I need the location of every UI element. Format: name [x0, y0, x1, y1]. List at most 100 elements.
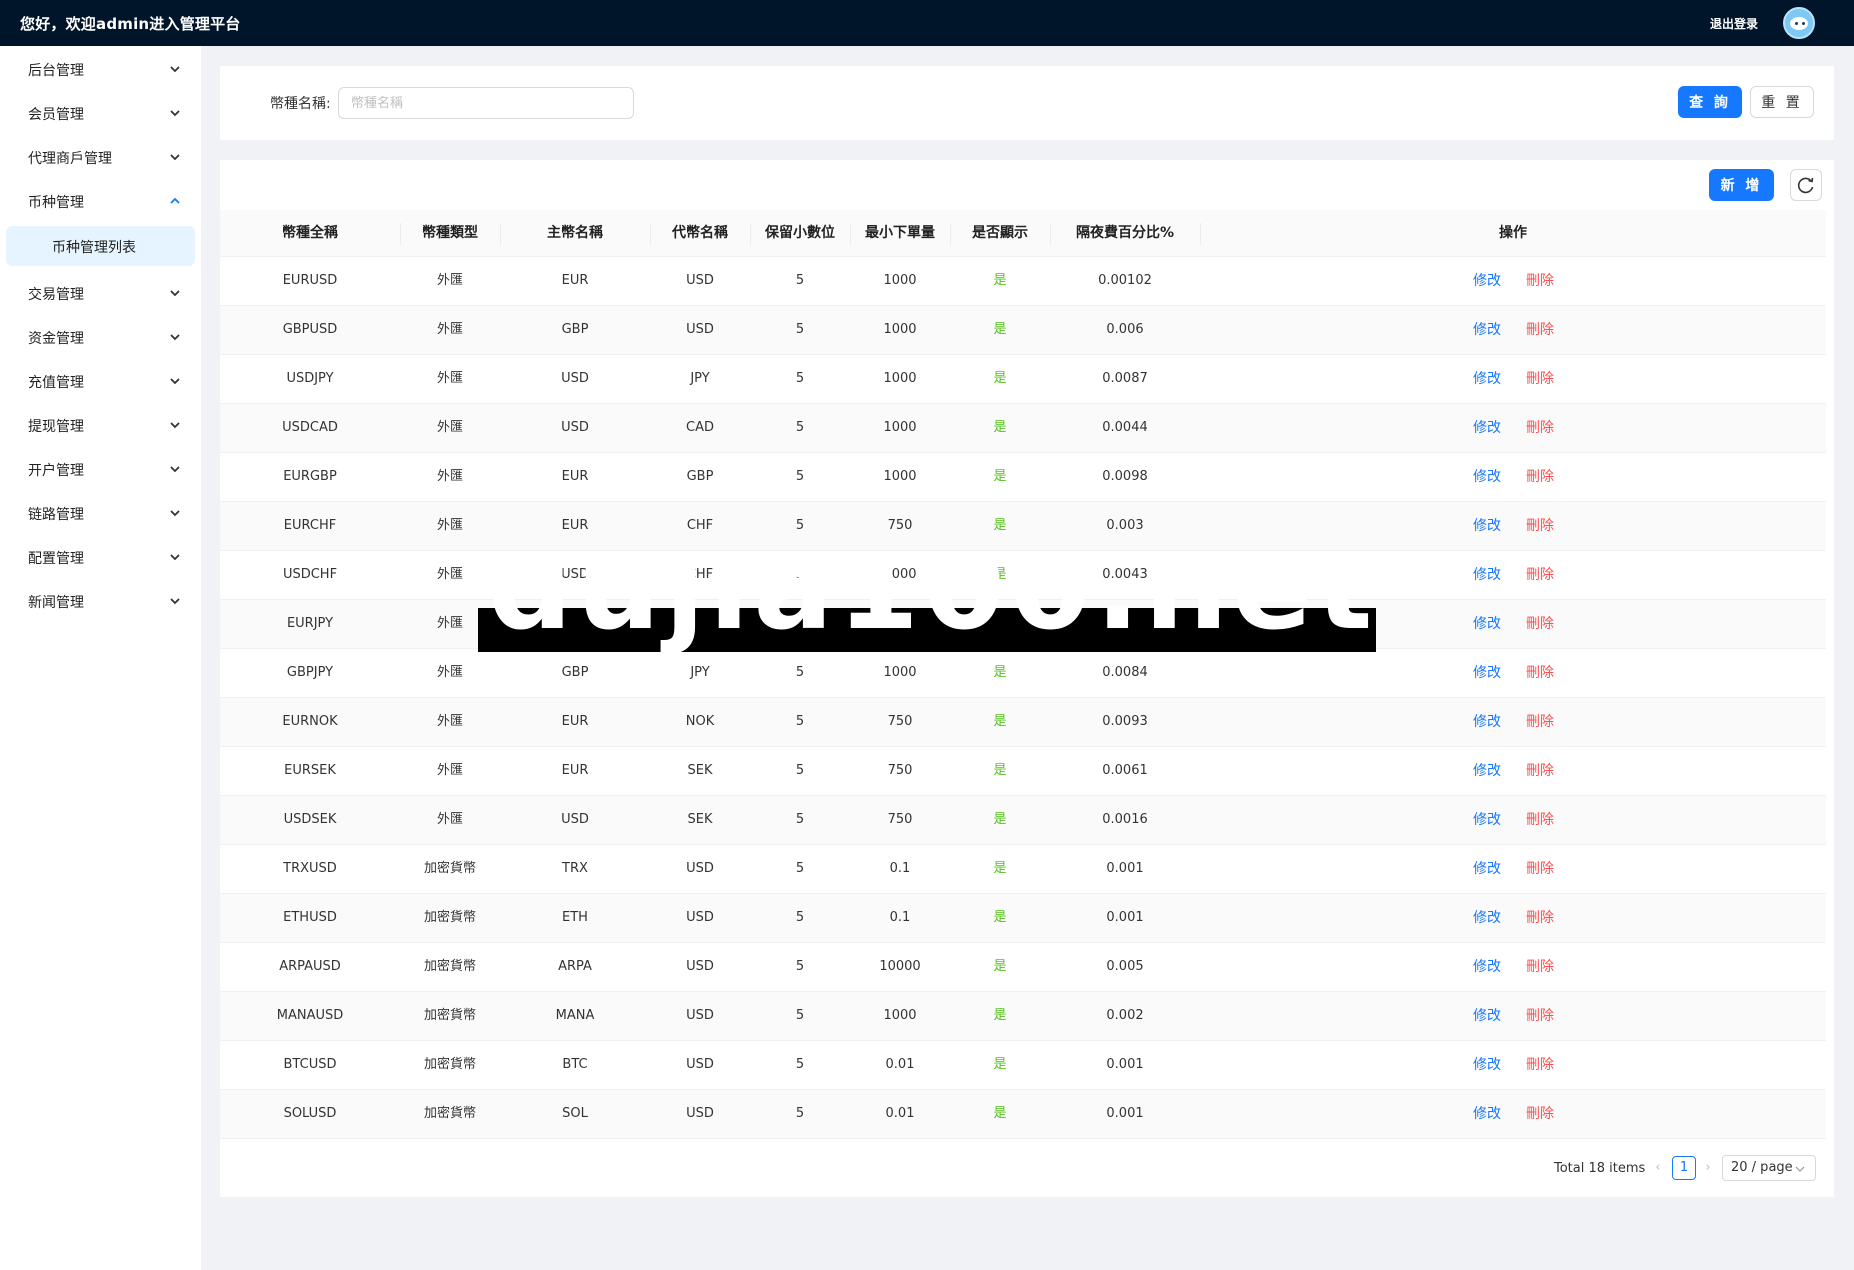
- cell-min-order: 10000: [879, 959, 921, 974]
- edit-button[interactable]: 修改: [1473, 453, 1501, 501]
- cell-visible: 是: [993, 1057, 1007, 1072]
- sidebar-item-config[interactable]: 配置管理: [0, 536, 201, 580]
- delete-button[interactable]: 刪除: [1526, 306, 1554, 354]
- edit-button[interactable]: 修改: [1473, 1041, 1501, 1089]
- edit-button[interactable]: 修改: [1473, 257, 1501, 305]
- edit-button[interactable]: 修改: [1473, 747, 1501, 795]
- table-header: 幣種全稱 幣種類型 主幣名稱 代幣名稱 保留小數位 最小下單量 是否顯示 隔夜費…: [220, 210, 1826, 257]
- edit-button[interactable]: 修改: [1473, 698, 1501, 746]
- reset-button[interactable]: 重 置: [1750, 86, 1814, 118]
- edit-button[interactable]: 修改: [1473, 649, 1501, 697]
- prev-page-icon[interactable]: ‹: [1650, 1160, 1666, 1178]
- top-bar: 您好，欢迎admin进入管理平台 退出登录: [0, 0, 1854, 46]
- cell-quote: USD: [686, 322, 714, 337]
- sidebar-item-recharge[interactable]: 充值管理: [0, 360, 201, 404]
- sidebar-item-currency[interactable]: 币种管理: [0, 180, 201, 224]
- cell-full-name: USDJPY: [286, 371, 334, 386]
- chevron-down-icon: [170, 554, 180, 561]
- chevron-down-icon: [170, 154, 180, 161]
- cell-base: BTC: [562, 1057, 588, 1072]
- search-panel: 幣種名稱: 查 詢 重 置: [220, 66, 1834, 140]
- refresh-button[interactable]: [1790, 169, 1822, 201]
- sidebar-item-label: 配置管理: [28, 551, 84, 567]
- edit-button[interactable]: 修改: [1473, 600, 1501, 648]
- page-number-button[interactable]: 1: [1672, 1156, 1696, 1180]
- chevron-down-icon: [170, 422, 180, 429]
- sidebar-item-withdraw[interactable]: 提现管理: [0, 404, 201, 448]
- sidebar-item-trading[interactable]: 交易管理: [0, 272, 201, 316]
- cell-decimals: 5: [795, 714, 805, 729]
- sidebar-item-members[interactable]: 会员管理: [0, 92, 201, 136]
- delete-button[interactable]: 刪除: [1526, 453, 1554, 501]
- delete-button[interactable]: 刪除: [1526, 1041, 1554, 1089]
- sidebar-item-backend[interactable]: 后台管理: [0, 48, 201, 92]
- edit-button[interactable]: 修改: [1473, 894, 1501, 942]
- edit-button[interactable]: 修改: [1473, 355, 1501, 403]
- edit-button[interactable]: 修改: [1473, 551, 1501, 599]
- cell-type: 外匯: [436, 371, 463, 386]
- cell-visible: 是: [993, 322, 1007, 337]
- delete-button[interactable]: 刪除: [1526, 649, 1554, 697]
- table-row: ETHUSD 加密貨幣 ETH USD 5 0.1 是 0.001 修改 刪除: [220, 894, 1826, 943]
- delete-button[interactable]: 刪除: [1526, 1090, 1554, 1138]
- sidebar-subitem-currency-list[interactable]: 币种管理列表: [6, 226, 195, 266]
- add-button[interactable]: 新 增: [1709, 169, 1774, 201]
- cell-full-name: TRXUSD: [283, 861, 337, 876]
- delete-button[interactable]: 刪除: [1526, 796, 1554, 844]
- cell-base: SOL: [562, 1106, 588, 1121]
- edit-button[interactable]: 修改: [1473, 992, 1501, 1040]
- cell-overnight: 0.0093: [1102, 714, 1148, 729]
- delete-button[interactable]: 刪除: [1526, 551, 1554, 599]
- delete-button[interactable]: 刪除: [1526, 894, 1554, 942]
- edit-button[interactable]: 修改: [1473, 306, 1501, 354]
- page-size-select[interactable]: 20 / page: [1722, 1155, 1816, 1181]
- delete-button[interactable]: 刪除: [1526, 698, 1554, 746]
- query-button[interactable]: 查 詢: [1678, 86, 1742, 118]
- edit-button[interactable]: 修改: [1473, 943, 1501, 991]
- cell-min-order: 0.1: [889, 910, 911, 925]
- sidebar-item-label: 交易管理: [28, 287, 84, 303]
- delete-button[interactable]: 刪除: [1526, 600, 1554, 648]
- next-page-icon[interactable]: ›: [1700, 1160, 1716, 1178]
- edit-button[interactable]: 修改: [1473, 502, 1501, 550]
- cell-visible: 是: [993, 469, 1007, 484]
- cell-decimals: 5: [795, 665, 805, 680]
- delete-button[interactable]: 刪除: [1526, 992, 1554, 1040]
- edit-button[interactable]: 修改: [1473, 796, 1501, 844]
- sidebar-item-label: 币种管理: [28, 195, 84, 211]
- sidebar-item-label: 新闻管理: [28, 595, 84, 611]
- cell-type: 外匯: [436, 420, 463, 435]
- sidebar-item-funds[interactable]: 资金管理: [0, 316, 201, 360]
- edit-button[interactable]: 修改: [1473, 1090, 1501, 1138]
- cell-min-order: 1000: [883, 371, 917, 386]
- cell-quote: USD: [686, 959, 714, 974]
- sidebar-item-news[interactable]: 新闻管理: [0, 580, 201, 624]
- logout-link[interactable]: 退出登录: [1710, 15, 1758, 32]
- sidebar-item-label: 后台管理: [28, 63, 84, 79]
- column-header-quote: 代幣名稱: [672, 225, 728, 241]
- sidebar-item-label: 开户管理: [28, 463, 84, 479]
- edit-button[interactable]: 修改: [1473, 404, 1501, 452]
- cell-min-order: 750: [887, 763, 913, 778]
- delete-button[interactable]: 刪除: [1526, 404, 1554, 452]
- table-row: EURGBP 外匯 EUR GBP 5 1000 是 0.0098 修改 刪除: [220, 453, 1826, 502]
- delete-button[interactable]: 刪除: [1526, 747, 1554, 795]
- delete-button[interactable]: 刪除: [1526, 355, 1554, 403]
- delete-button[interactable]: 刪除: [1526, 257, 1554, 305]
- table-row: GBPUSD 外匯 GBP USD 5 1000 是 0.006 修改 刪除: [220, 306, 1826, 355]
- sidebar-item-links[interactable]: 链路管理: [0, 492, 201, 536]
- delete-button[interactable]: 刪除: [1526, 502, 1554, 550]
- cell-type: 外匯: [436, 518, 463, 533]
- delete-button[interactable]: 刪除: [1526, 943, 1554, 991]
- delete-button[interactable]: 刪除: [1526, 845, 1554, 893]
- avatar[interactable]: [1783, 7, 1815, 39]
- cell-full-name: EURSEK: [284, 763, 336, 778]
- sidebar-item-accounts[interactable]: 开户管理: [0, 448, 201, 492]
- cell-overnight: 0.0016: [1102, 812, 1148, 827]
- cell-quote: USD: [686, 861, 714, 876]
- currency-name-input[interactable]: [338, 87, 634, 119]
- edit-button[interactable]: 修改: [1473, 845, 1501, 893]
- welcome-text: 您好，欢迎admin进入管理平台: [20, 15, 241, 33]
- cell-overnight: 0.00102: [1098, 273, 1152, 288]
- sidebar-item-agents[interactable]: 代理商戶管理: [0, 136, 201, 180]
